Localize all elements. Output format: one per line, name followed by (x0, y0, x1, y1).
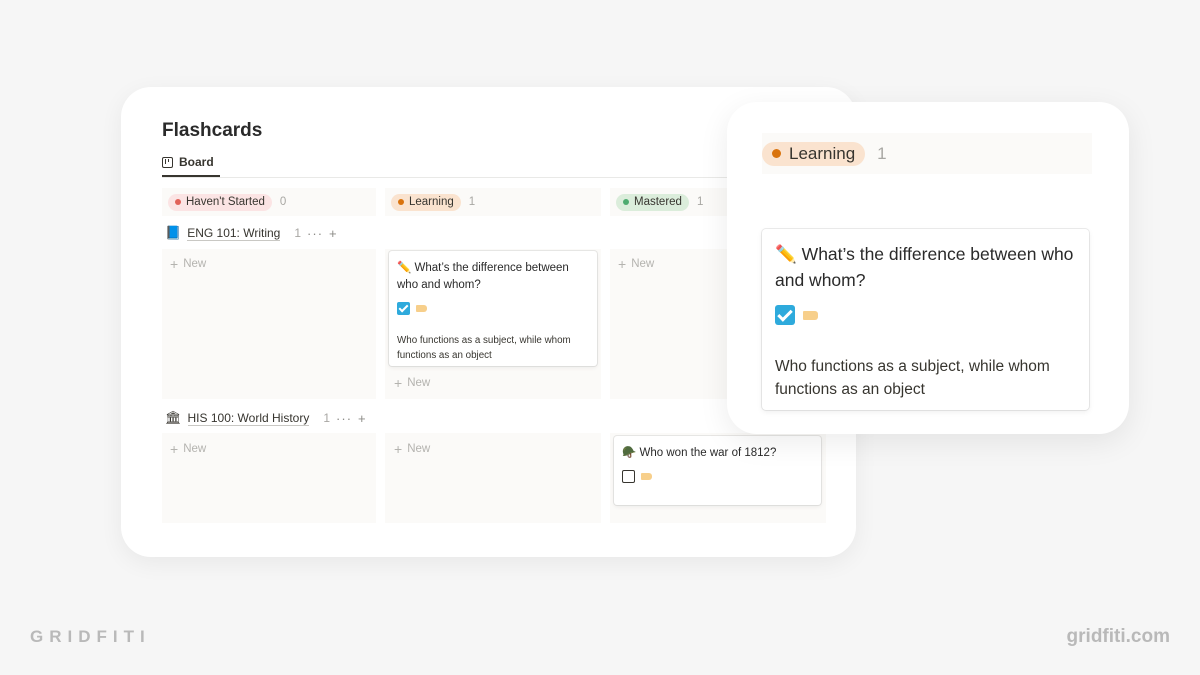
status-pill: Haven't Started (168, 193, 272, 211)
card-title-text: Who won the war of 1812? (639, 447, 777, 459)
card-answer: Who functions as a subject, while whom f… (397, 335, 571, 361)
brand-url: gridfiti.com (1066, 626, 1170, 647)
column-count: 1 (696, 196, 704, 208)
pencil-icon: ✏️ (775, 244, 797, 264)
card-title-text: What’s the difference between who and wh… (397, 262, 569, 291)
card-answer: Who functions as a subject, while whom f… (775, 358, 1050, 398)
status-pill: Mastered (616, 193, 689, 211)
card-title: ✏️ What’s the difference between who and… (397, 260, 589, 294)
group-header-his100[interactable]: 🏛 HIS 100: World History 1 ··· + (165, 408, 367, 428)
plus-icon: + (394, 375, 403, 391)
tab-board-view[interactable]: Board (162, 149, 220, 177)
status-dot (175, 199, 181, 205)
page-title: Flashcards (162, 120, 263, 141)
zoom-callout: Learning 1 ✏️ What’s the difference betw… (727, 102, 1129, 434)
group-header-eng101[interactable]: 📘 ENG 101: Writing 1 ··· + (165, 223, 338, 243)
column-header-learning[interactable]: Learning 1 (385, 188, 601, 216)
card-title: ✏️ What’s the difference between who and… (775, 241, 1076, 293)
column-label: Haven't Started (186, 196, 265, 208)
zoom-column-header[interactable]: Learning 1 (762, 133, 1092, 174)
book-icon: 📘 (165, 225, 182, 240)
status-dot (623, 199, 629, 205)
helmet-icon: 🪖 (622, 447, 637, 459)
new-label: New (631, 258, 655, 270)
column-count: 0 (279, 196, 287, 208)
flashcard-eng-learning[interactable]: ✏️ What’s the difference between who and… (389, 251, 597, 366)
plus-icon: + (394, 441, 403, 457)
tag-icon (803, 310, 818, 320)
status-dot (772, 149, 781, 158)
column-header-havent-started[interactable]: Haven't Started 0 (162, 188, 376, 216)
plus-icon[interactable]: + (358, 411, 367, 426)
status-dot (398, 199, 404, 205)
checkbox-unchecked[interactable] (622, 470, 635, 483)
column-label: Learning (789, 143, 856, 163)
museum-icon: 🏛 (165, 410, 182, 425)
card-properties (397, 302, 589, 315)
new-label: New (183, 258, 207, 270)
new-card-button[interactable]: + New (618, 256, 655, 272)
tag-icon (416, 305, 427, 312)
tab-board-label: Board (179, 155, 214, 169)
board-view-icon (162, 156, 173, 168)
new-card-button[interactable]: + New (394, 441, 431, 457)
plus-icon: + (618, 256, 627, 272)
checkbox-checked[interactable] (397, 302, 410, 315)
new-label: New (183, 443, 207, 455)
group-count: 1 (323, 411, 331, 425)
status-pill: Learning (762, 141, 866, 166)
group-count: 1 (294, 226, 302, 240)
brand-logo-text: GRIDFITI (30, 627, 151, 646)
flashcard-his-mastered[interactable]: 🪖 Who won the war of 1812? (614, 436, 821, 505)
new-card-button[interactable]: + New (170, 441, 207, 457)
more-dots-icon[interactable]: ··· (336, 411, 352, 426)
column-count: 1 (877, 143, 887, 163)
column-label: Learning (409, 196, 454, 208)
group-label: HIS 100: World History (187, 410, 310, 426)
card-title: 🪖 Who won the war of 1812? (622, 445, 813, 462)
column-label: Mastered (634, 196, 682, 208)
card-title-text: What’s the difference between who and wh… (775, 244, 1074, 290)
new-card-button[interactable]: + New (170, 256, 207, 272)
group-label: ENG 101: Writing (187, 225, 281, 241)
new-card-button[interactable]: + New (394, 375, 431, 391)
plus-icon: + (170, 256, 179, 272)
checkbox-checked[interactable] (775, 305, 795, 325)
tag-icon (641, 473, 652, 480)
column-count: 1 (468, 196, 476, 208)
status-pill: Learning (391, 193, 461, 211)
board-cell (162, 249, 376, 399)
pencil-icon: ✏️ (397, 262, 412, 274)
card-properties (775, 305, 1076, 325)
zoom-flashcard[interactable]: ✏️ What’s the difference between who and… (762, 229, 1089, 410)
plus-icon: + (170, 441, 179, 457)
more-dots-icon[interactable]: ··· (307, 226, 323, 241)
card-properties (622, 470, 813, 483)
plus-icon[interactable]: + (329, 226, 338, 241)
new-label: New (407, 377, 431, 389)
new-label: New (407, 443, 431, 455)
